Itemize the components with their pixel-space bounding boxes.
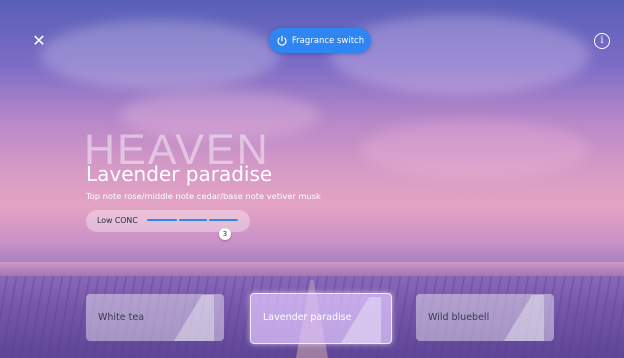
sky-cloud xyxy=(330,15,590,95)
card-decoration xyxy=(174,295,214,341)
concentration-segment-2[interactable] xyxy=(179,219,207,221)
fragrance-screen: ✕ Fragrance switch i HEAVEN Lavender par… xyxy=(0,0,624,358)
concentration-segment-3[interactable] xyxy=(209,219,238,221)
concentration-label: Low CONC xyxy=(97,216,138,225)
fragrance-card-white-tea[interactable]: White tea xyxy=(86,294,224,341)
fragrance-card-label: Lavender paradise xyxy=(263,312,352,323)
info-icon[interactable]: i xyxy=(594,33,610,49)
fragrance-switch-label: Fragrance switch xyxy=(291,35,365,46)
sky-cloud xyxy=(40,20,280,90)
fragrance-card-label: Wild bluebell xyxy=(428,312,490,323)
fragrance-card-label: White tea xyxy=(98,312,145,323)
concentration-segment-1[interactable] xyxy=(147,219,177,221)
sky-cloud xyxy=(360,120,590,180)
concentration-level-badge[interactable]: 3 xyxy=(219,228,231,240)
power-icon xyxy=(277,35,287,46)
fragrance-card-lavender-paradise[interactable]: Lavender paradise xyxy=(250,293,392,344)
fragrance-card-wild-bluebell[interactable]: Wild bluebell xyxy=(416,294,554,341)
close-icon[interactable]: ✕ xyxy=(30,32,48,50)
fragrance-notes: Top note rose/middle note cedar/base not… xyxy=(86,191,321,201)
fragrance-title: Lavender paradise xyxy=(86,162,273,186)
fragrance-switch-button[interactable]: Fragrance switch xyxy=(269,28,371,53)
card-decoration xyxy=(504,295,544,341)
